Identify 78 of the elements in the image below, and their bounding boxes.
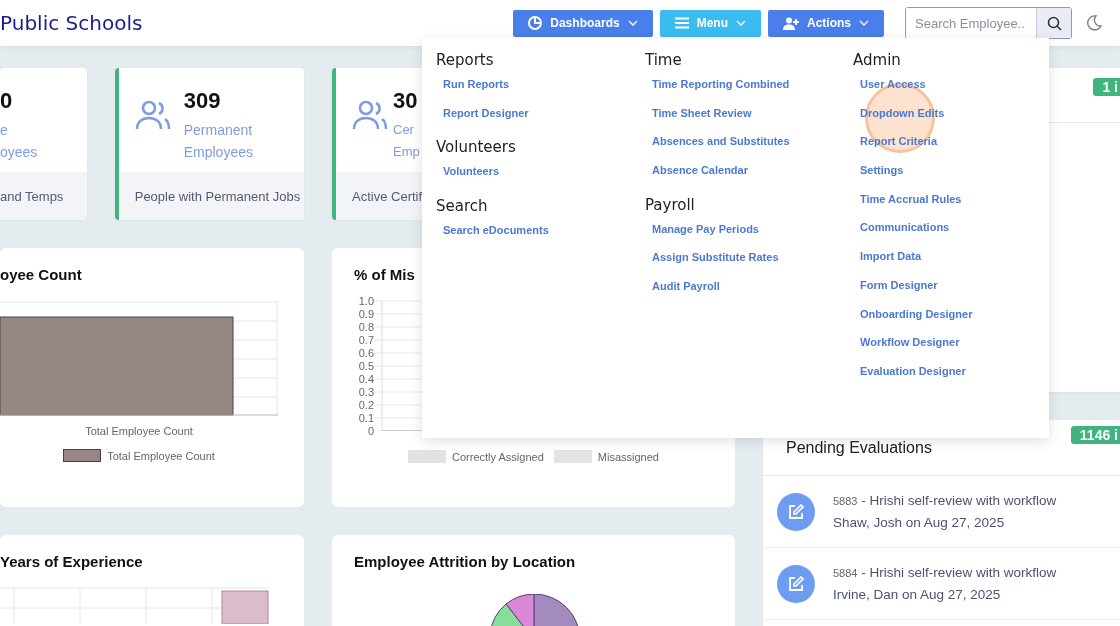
menu-link[interactable]: Search eDocuments [443,223,631,252]
menu-link[interactable]: Report Designer [443,105,631,135]
menu-link[interactable]: Time Accrual Rules [860,191,1049,221]
search-button[interactable] [1036,8,1071,38]
menu-link[interactable]: Form Designer [860,277,1049,307]
menu-link[interactable]: Evaluation Designer [860,363,1049,393]
menu-link[interactable]: Import Data [860,249,1049,278]
axis-tick-label: 0.2 [357,399,374,412]
menu-heading: Search [436,197,489,216]
legend-label: Total Employee Count [107,449,215,462]
people-icon [352,100,388,130]
app-title: Public Schools [0,11,143,35]
dashboards-button[interactable]: Dashboards [513,9,653,37]
axis-tick-label: 0.3 [357,386,374,399]
stat-label: e oyees [0,121,38,162]
menu-link[interactable]: Onboarding Designer [860,306,1049,336]
axis-tick-label: 0 [366,425,374,438]
menu-heading: Time [645,51,683,69]
count-badge: 1146 i [1070,426,1120,444]
legend-label: Misassigned [597,450,659,463]
chart-title: % of Mis [354,266,416,283]
menu-link[interactable]: Absences and Substitutes [652,134,839,164]
axis-label: Total Employee Count [84,425,194,437]
edit-icon[interactable] [777,492,815,531]
evaluation-byline: Shaw, Josh on Aug 27, 2025 [833,514,1006,532]
legend-label: Correctly Assigned [452,450,544,463]
pie-chart-icon [528,16,543,30]
chevron-down-icon [627,20,638,26]
menu-link[interactable]: Report Criteria [860,134,1049,164]
menu-icon [674,17,689,29]
menu-heading: Admin [853,51,902,69]
search-field[interactable]: Search Employee.. [905,7,1072,39]
axis-tick-label: 0.1 [357,412,374,425]
stat-value: 0 [0,88,14,114]
menu-link[interactable]: Dropdown Edits [860,105,1049,135]
axis-tick-label: 0.5 [357,360,374,373]
axis-tick-label: 0.4 [357,373,374,386]
edit-icon[interactable] [777,564,815,603]
chart-title: Employee Attrition by Location [354,553,577,570]
evaluation-byline: Irvine, Dan on Aug 27, 2025 [833,586,1002,604]
axis-tick-label: 0.6 [357,347,374,360]
stat-label: Cer Emp [393,121,420,161]
evaluation-title[interactable]: 5883 - Hrishi self-review with workflow [833,490,1057,512]
people-icon [134,100,171,130]
axis-tick-label: 0.8 [357,321,374,334]
moon-icon[interactable] [1086,15,1102,31]
menu-link[interactable]: Audit Payroll [652,279,839,308]
chart-title: oyee Count [0,266,83,283]
stat-value: 309 [183,88,222,114]
count-badge: 1 i [1093,78,1120,96]
panel-title: Pending Evaluations [786,438,932,457]
stat-footer: and Temps [0,172,87,220]
menu-link[interactable]: Communications [860,220,1049,250]
actions-button[interactable]: Actions [768,9,884,37]
chart-title: Years of Experience [0,553,144,570]
axis-tick-label: 1.0 [357,295,374,308]
menu-link[interactable]: Time Sheet Review [652,105,839,135]
menu-link[interactable]: Assign Substitute Rates [652,250,839,280]
menu-heading: Volunteers [436,138,517,157]
chevron-down-icon [736,20,746,26]
chevron-down-icon [859,20,869,26]
stat-value: 30 [393,88,419,114]
menu-heading: Payroll [645,195,696,214]
axis-tick-label: 0.9 [357,308,374,321]
menu-link[interactable]: Run Reports [443,77,631,106]
stat-footer: People with Permanent Jobs [118,172,304,220]
menu-button[interactable]: Menu [659,9,761,37]
evaluation-title[interactable]: 5884 - Hrishi self-review with workflow [833,562,1057,584]
menu-link[interactable]: Time Reporting Combined [652,77,839,106]
menu-link[interactable]: Workflow Designer [860,335,1049,364]
axis-tick-label: 0.7 [357,334,374,347]
menu-heading: Reports [436,51,495,69]
menu-link[interactable]: Manage Pay Periods [652,221,839,251]
menu-link[interactable]: Settings [860,163,1049,192]
search-icon [1046,15,1062,31]
stat-label: Permanent Employees [183,121,253,162]
menu-link[interactable]: Absence Calendar [652,163,839,192]
user-plus-icon [783,16,799,30]
